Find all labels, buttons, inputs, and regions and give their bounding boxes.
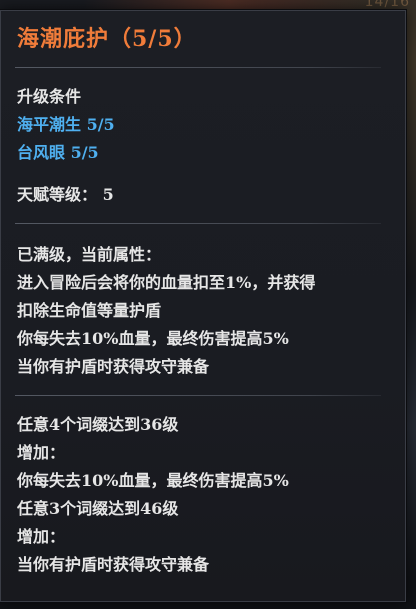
bonus-condition: 任意4个词缀达到36级: [17, 415, 179, 434]
effect-line: 当你有护盾时获得攻守兼备: [17, 357, 210, 376]
effect-line: 你每失去10%血量，最终伤害提高5%: [17, 329, 289, 348]
talent-tooltip: 海潮庇护（5/5） 升级条件 海平潮生 5/5 台风眼 5/5 天赋等级： 5 …: [0, 10, 406, 602]
requirement-item: 台风眼 5/5: [17, 143, 99, 162]
effect-line: 进入冒险后会将你的血量扣至1%，并获得: [17, 273, 316, 292]
bonus-effect: 当你有护盾时获得攻守兼备: [17, 555, 210, 574]
current-attributes-header: 已满级，当前属性：: [17, 245, 162, 264]
divider: [15, 223, 381, 224]
requirement-item: 海平潮生 5/5: [17, 115, 115, 134]
bonus-effect: 你每失去10%血量，最终伤害提高5%: [17, 471, 289, 490]
requirements-header: 升级条件: [17, 87, 82, 106]
bonus-label: 增加：: [17, 527, 66, 546]
divider: [15, 67, 381, 68]
talent-title: 海潮庇护（5/5）: [17, 26, 197, 52]
bonus-condition: 任意3个词缀达到46级: [17, 499, 179, 518]
talent-level: 天赋等级： 5: [17, 185, 114, 204]
scene-counter: 14/16: [364, 0, 410, 10]
effect-line: 扣除生命值等量护盾: [17, 301, 162, 320]
bonus-label: 增加：: [17, 443, 66, 462]
divider: [15, 395, 381, 396]
